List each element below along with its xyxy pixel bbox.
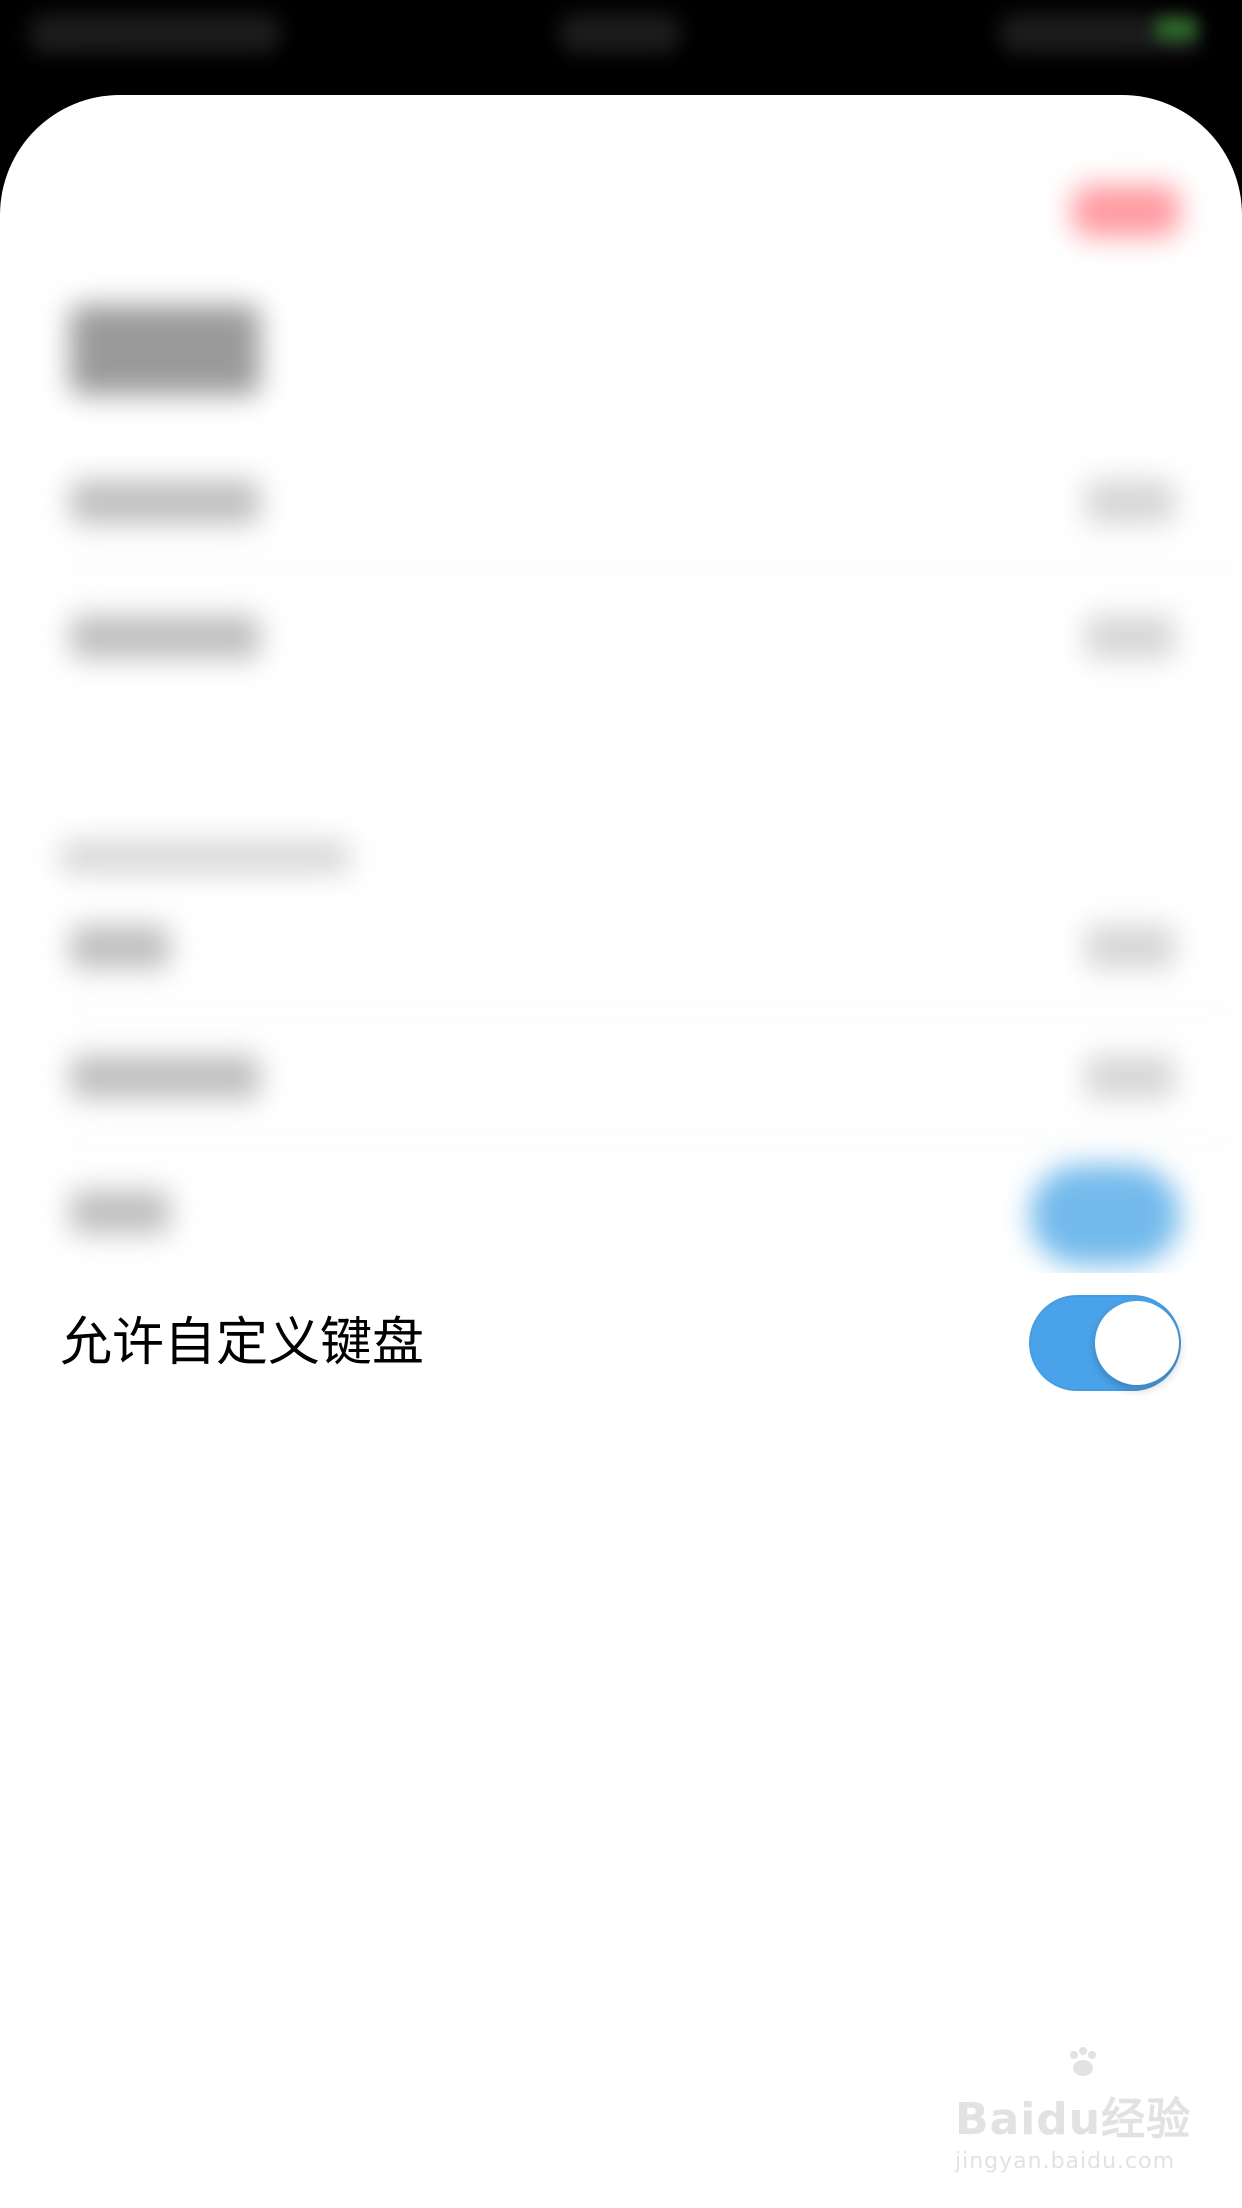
status-left-blur — [30, 14, 280, 54]
blurred-row-value-1 — [1085, 480, 1175, 524]
toggle-knob — [1095, 1301, 1179, 1385]
blurred-row-label-3 — [70, 925, 170, 969]
status-center-blur — [560, 14, 680, 54]
blurred-row-label-5 — [70, 1190, 170, 1234]
blurred-section-header — [60, 840, 350, 874]
paw-icon — [1070, 2047, 1096, 2076]
watermark-domain: jingyan.baidu.com — [955, 2149, 1176, 2174]
watermark-brand-text: Baidu经验 — [955, 2094, 1192, 2145]
blurred-row-value-2 — [1085, 615, 1175, 659]
blurred-row-value-4 — [1085, 1055, 1175, 1099]
blurred-row-value-3 — [1085, 925, 1175, 969]
blurred-row-label-2 — [70, 615, 260, 659]
blurred-row-label-1 — [70, 480, 260, 524]
watermark-brand: Baidu经验 — [955, 2047, 1195, 2147]
blurred-row-label-4 — [70, 1055, 260, 1099]
battery-icon — [1156, 18, 1196, 40]
blurred-background-content — [0, 95, 1242, 2208]
blurred-divider-1 — [60, 565, 1242, 567]
blurred-close-button — [1072, 185, 1180, 237]
blurred-title — [70, 305, 260, 395]
screen: 允许自定义键盘 Baidu经验 jingyan.baidu.com — [0, 0, 1242, 2208]
watermark: Baidu经验 jingyan.baidu.com — [955, 2047, 1195, 2193]
blurred-divider-2 — [60, 1010, 1242, 1012]
settings-sheet-background — [0, 95, 1242, 2208]
allow-custom-keyboard-row[interactable]: 允许自定义键盘 — [0, 1273, 1242, 1413]
allow-custom-keyboard-label: 允许自定义键盘 — [60, 1313, 425, 1373]
allow-custom-keyboard-toggle[interactable] — [1029, 1295, 1181, 1391]
blurred-toggle — [1030, 1165, 1180, 1265]
blurred-divider-3 — [60, 1140, 1242, 1142]
